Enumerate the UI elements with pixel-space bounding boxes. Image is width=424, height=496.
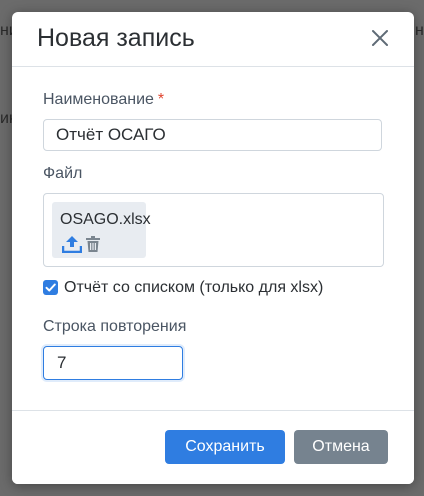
dialog-header: Новая запись [12, 12, 414, 67]
name-label: Наименование * [43, 91, 164, 109]
file-label: Файл [43, 165, 83, 182]
file-dropzone[interactable]: OSAGO.xlsx [43, 193, 384, 267]
repeat-row-input[interactable] [43, 346, 183, 380]
required-mark: * [157, 91, 165, 108]
upload-icon[interactable] [61, 235, 83, 258]
list-report-label[interactable]: Отчёт со списком (только для xlsx) [64, 279, 323, 297]
close-icon [372, 30, 388, 46]
dialog-title: Новая запись [37, 24, 195, 52]
save-button[interactable]: Сохранить [165, 430, 285, 464]
cancel-button[interactable]: Отмена [294, 430, 388, 464]
trash-icon[interactable] [86, 236, 100, 257]
close-button[interactable] [368, 26, 392, 50]
name-input[interactable] [43, 119, 382, 151]
file-chip: OSAGO.xlsx [52, 202, 151, 258]
list-report-checkbox[interactable] [43, 280, 58, 295]
dialog-footer: Сохранить Отмена [12, 410, 414, 484]
repeat-row-label: Строка повторения [43, 318, 187, 335]
name-label-text: Наименование [43, 91, 154, 108]
backdrop-fragment: н [415, 22, 424, 39]
checkmark-icon [45, 283, 56, 292]
new-record-dialog: Новая запись Наименование* Файл OSAGO.xl… [12, 12, 414, 484]
file-name: OSAGO.xlsx [60, 211, 151, 228]
